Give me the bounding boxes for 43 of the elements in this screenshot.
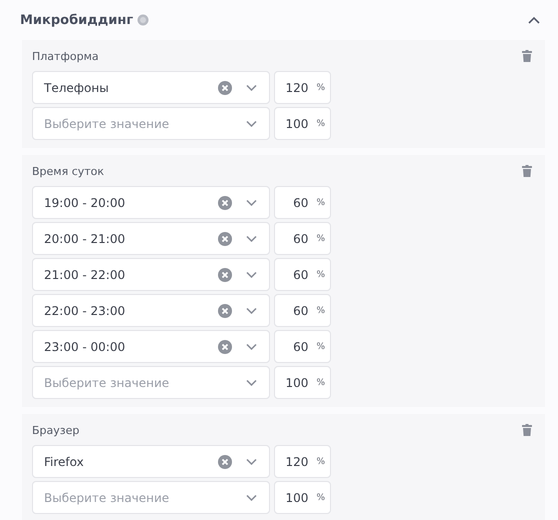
caret-icon[interactable] [246, 120, 257, 127]
caret-icon[interactable] [246, 307, 257, 314]
caret-icon[interactable] [246, 494, 257, 501]
clear-icon[interactable] [218, 304, 232, 318]
select-field[interactable]: Телефоны [32, 71, 270, 104]
select-field[interactable]: 21:00 - 22:00 [32, 258, 270, 291]
caret-icon[interactable] [246, 458, 257, 465]
info-icon[interactable] [137, 14, 150, 26]
clear-icon[interactable] [218, 80, 232, 94]
section-title: Микробиддинг [20, 12, 134, 28]
delete-icon[interactable] [522, 50, 532, 62]
percent-field[interactable]: 120 % [274, 71, 331, 104]
percent-field[interactable]: 100 % [274, 107, 331, 140]
clear-icon[interactable] [218, 196, 232, 210]
caret-icon[interactable] [246, 343, 257, 350]
percent-field[interactable]: 60 % [274, 222, 331, 255]
percent-field[interactable]: 100 % [274, 481, 331, 514]
select-field[interactable]: Firefox [32, 445, 270, 478]
select-field[interactable]: 23:00 - 00:00 [32, 330, 270, 363]
delete-icon[interactable] [522, 424, 532, 436]
percent-field[interactable]: 60 % [274, 186, 331, 219]
clear-icon[interactable] [218, 340, 232, 354]
percent-field[interactable]: 60 % [274, 258, 331, 291]
group-label: Время суток [32, 164, 104, 178]
caret-icon[interactable] [246, 235, 257, 242]
caret-icon[interactable] [246, 379, 257, 386]
caret-icon[interactable] [246, 84, 257, 91]
percent-field[interactable]: 60 % [274, 294, 331, 327]
clear-icon[interactable] [218, 268, 232, 282]
caret-icon[interactable] [246, 271, 257, 278]
select-field[interactable]: 22:00 - 23:00 [32, 294, 270, 327]
percent-field[interactable]: 100 % [274, 366, 331, 399]
clear-icon[interactable] [218, 454, 232, 468]
collapse-icon[interactable] [527, 14, 541, 26]
delete-icon[interactable] [522, 165, 532, 177]
select-field[interactable]: 20:00 - 21:00 [32, 222, 270, 255]
select-field[interactable]: 19:00 - 20:00 [32, 186, 270, 219]
group-label: Платформа [32, 50, 99, 62]
caret-icon[interactable] [246, 199, 257, 206]
percent-field[interactable]: 120 % [274, 445, 331, 478]
percent-field[interactable]: 60 % [274, 330, 331, 363]
clear-icon[interactable] [218, 232, 232, 246]
group-label: Браузер [32, 424, 80, 436]
